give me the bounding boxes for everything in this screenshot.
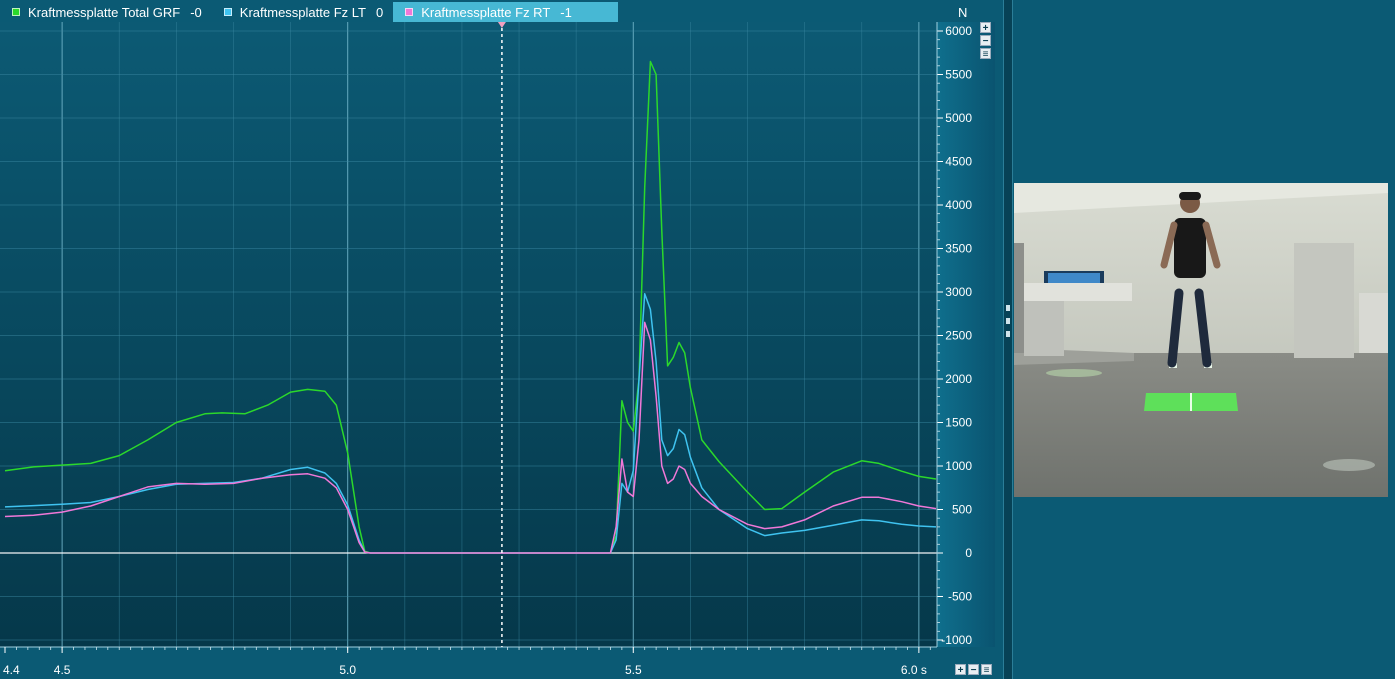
- y-tick-label: 2500: [945, 329, 972, 343]
- x-zoom-controls: + − ≡: [955, 664, 992, 676]
- y-tick-label: 500: [952, 503, 972, 517]
- y-tick-label: 1000: [945, 459, 972, 473]
- y-tick-label: 4500: [945, 155, 972, 169]
- x-axis-strip: [0, 647, 995, 679]
- y-zoom-fit-button[interactable]: ≡: [980, 48, 991, 60]
- y-unit-label: N: [958, 5, 968, 20]
- legend-item-fz-rt[interactable]: Kraftmessplatte Fz RT -1: [393, 2, 619, 22]
- x-tick-label: 5.5: [625, 663, 642, 677]
- y-zoom-in-button[interactable]: +: [980, 22, 991, 34]
- legend-swatch-fz-lt: [223, 8, 232, 16]
- video-image: [1014, 183, 1388, 497]
- force-plot[interactable]: 6000550050004500400035003000250020001500…: [0, 0, 1003, 679]
- y-tick-label: -1000: [941, 633, 972, 647]
- y-tick-label: 5000: [945, 111, 972, 125]
- x-tick-label: 6.0 s: [901, 663, 927, 677]
- y-tick-label: 5500: [945, 68, 972, 82]
- y-tick-label: 6000: [945, 24, 972, 38]
- y-zoom-controls: + − ≡: [980, 22, 992, 60]
- panel-splitter[interactable]: [1003, 0, 1013, 679]
- legend-bar: Kraftmessplatte Total GRF -0 Kraftmesspl…: [0, 2, 940, 22]
- legend-label-fz-rt: Kraftmessplatte Fz RT: [421, 4, 551, 20]
- legend-item-total-grf[interactable]: Kraftmessplatte Total GRF -0: [0, 2, 212, 22]
- legend-swatch-fz-rt: [405, 8, 414, 16]
- x-zoom-out-button[interactable]: −: [968, 664, 979, 676]
- legend-item-fz-lt[interactable]: Kraftmessplatte Fz LT 0: [212, 2, 393, 22]
- x-zoom-in-button[interactable]: +: [955, 664, 966, 676]
- y-tick-label: 2000: [945, 372, 972, 386]
- legend-label-total-grf: Kraftmessplatte Total GRF: [28, 4, 181, 20]
- x-tick-label: 5.0: [339, 663, 356, 677]
- x-tick-label: 4.4: [3, 663, 20, 677]
- splitter-grip: [1006, 331, 1010, 337]
- legend-swatch-total-grf: [12, 8, 20, 16]
- legend-value-fz-rt: -1: [560, 4, 572, 20]
- y-tick-label: 1500: [945, 416, 972, 430]
- splitter-grip: [1006, 318, 1010, 324]
- y-zoom-out-button[interactable]: −: [980, 35, 991, 47]
- y-tick-label: 3500: [945, 242, 972, 256]
- chart-panel: 6000 5500 5000 4500 4000 3500 3000 2500 2000 1500…: [0, 0, 1003, 679]
- y-tick-label: -500: [948, 590, 972, 604]
- splitter-grip: [1006, 305, 1010, 311]
- y-tick-label: 0: [965, 546, 972, 560]
- y-tick-label: 3000: [945, 285, 972, 299]
- legend-value-fz-lt: 0: [375, 4, 384, 20]
- y-tick-label: 4000: [945, 198, 972, 212]
- legend-label-fz-lt: Kraftmessplatte Fz LT: [239, 4, 366, 20]
- x-tick-label: 4.5: [54, 663, 71, 677]
- video-frame[interactable]: [1014, 183, 1388, 497]
- legend-value-total-grf: -0: [190, 4, 202, 20]
- x-zoom-fit-button[interactable]: ≡: [981, 664, 992, 676]
